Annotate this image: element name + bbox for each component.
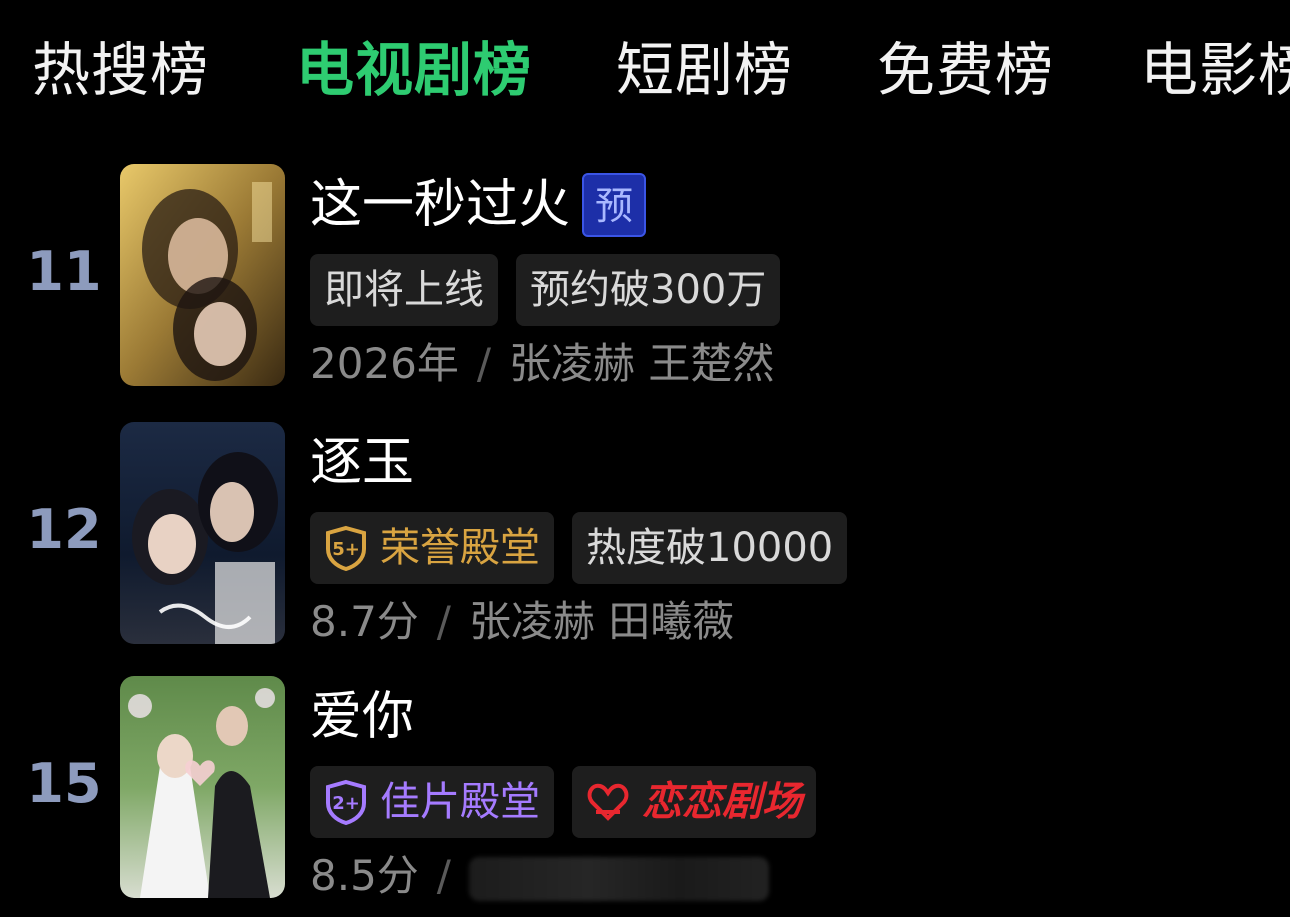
tag-list: 即将上线 预约破300万 bbox=[310, 254, 798, 326]
show-meta: 8.5分 / bbox=[310, 844, 769, 908]
svg-text:2+: 2+ bbox=[332, 793, 360, 814]
shield-5-icon: 5+ bbox=[324, 525, 368, 571]
show-title[interactable]: 这一秒过火 bbox=[310, 170, 570, 240]
tab-free[interactable]: 免费榜 bbox=[877, 30, 1054, 110]
reservation-tag: 预约破300万 bbox=[516, 254, 781, 326]
show-meta: 2026年 / 张凌赫 王楚然 bbox=[310, 332, 774, 396]
show-title[interactable]: 爱你 bbox=[310, 682, 414, 752]
status-tag: 即将上线 bbox=[310, 254, 498, 326]
rating-score: 8.5分 bbox=[310, 851, 419, 900]
poster-image[interactable] bbox=[120, 676, 285, 898]
tab-tv-series[interactable]: 电视剧榜 bbox=[296, 30, 532, 110]
poster-image[interactable] bbox=[120, 422, 285, 644]
rank-number: 11 bbox=[26, 240, 102, 303]
meta-separator: / bbox=[476, 339, 492, 388]
cast-names: 张凌赫 田曦薇 bbox=[468, 597, 735, 646]
honor-hall-tag: 5+ 荣誉殿堂 bbox=[310, 512, 554, 584]
heat-tag: 热度破10000 bbox=[572, 512, 848, 584]
meta-separator: / bbox=[436, 597, 451, 646]
shield-2-icon: 2+ bbox=[324, 779, 368, 825]
tag-label: 恋恋剧场 bbox=[642, 779, 802, 825]
show-title[interactable]: 逐玉 bbox=[310, 428, 414, 498]
preorder-badge: 预 bbox=[582, 173, 647, 237]
cast-names: 张凌赫 王楚然 bbox=[509, 339, 775, 388]
tag-label: 佳片殿堂 bbox=[380, 779, 540, 825]
tag-list: 5+ 荣誉殿堂 热度破10000 bbox=[310, 512, 865, 584]
theater-tag: 恋恋剧场 bbox=[572, 766, 816, 838]
release-year: 2026年 bbox=[310, 339, 459, 388]
quality-hall-tag: 2+ 佳片殿堂 bbox=[310, 766, 554, 838]
ranking-tabs: 热搜榜 电视剧榜 短剧榜 免费榜 电影榜 bbox=[0, 0, 1290, 150]
rank-number: 12 bbox=[26, 498, 102, 561]
tab-hot-search[interactable]: 热搜榜 bbox=[32, 30, 209, 110]
tag-label: 荣誉殿堂 bbox=[380, 525, 540, 571]
show-meta: 8.7分 / 张凌赫 田曦薇 bbox=[310, 590, 734, 654]
meta-separator: / bbox=[436, 851, 451, 900]
list-item[interactable]: 15 爱你 2+ 佳片殿堂 恋恋剧场 8.5分 / bbox=[0, 672, 1290, 912]
tab-short-drama[interactable]: 短剧榜 bbox=[616, 30, 793, 110]
rank-number: 15 bbox=[26, 752, 102, 815]
list-item[interactable]: 11 这一秒过火 预 即将上线 预约破300万 2026年 / 张凌赫 王楚然 bbox=[0, 160, 1290, 400]
cast-names-blurred bbox=[468, 856, 769, 901]
svg-text:5+: 5+ bbox=[332, 539, 360, 560]
list-item[interactable]: 12 逐玉 5+ 荣誉殿堂 热度破10000 8.7分 / 张凌赫 田曦薇 bbox=[0, 418, 1290, 658]
tag-list: 2+ 佳片殿堂 恋恋剧场 bbox=[310, 766, 834, 838]
tab-movie[interactable]: 电影榜 bbox=[1140, 30, 1290, 110]
heart-logo-icon bbox=[586, 782, 630, 822]
rating-score: 8.7分 bbox=[310, 597, 419, 646]
poster-image[interactable] bbox=[120, 164, 285, 386]
